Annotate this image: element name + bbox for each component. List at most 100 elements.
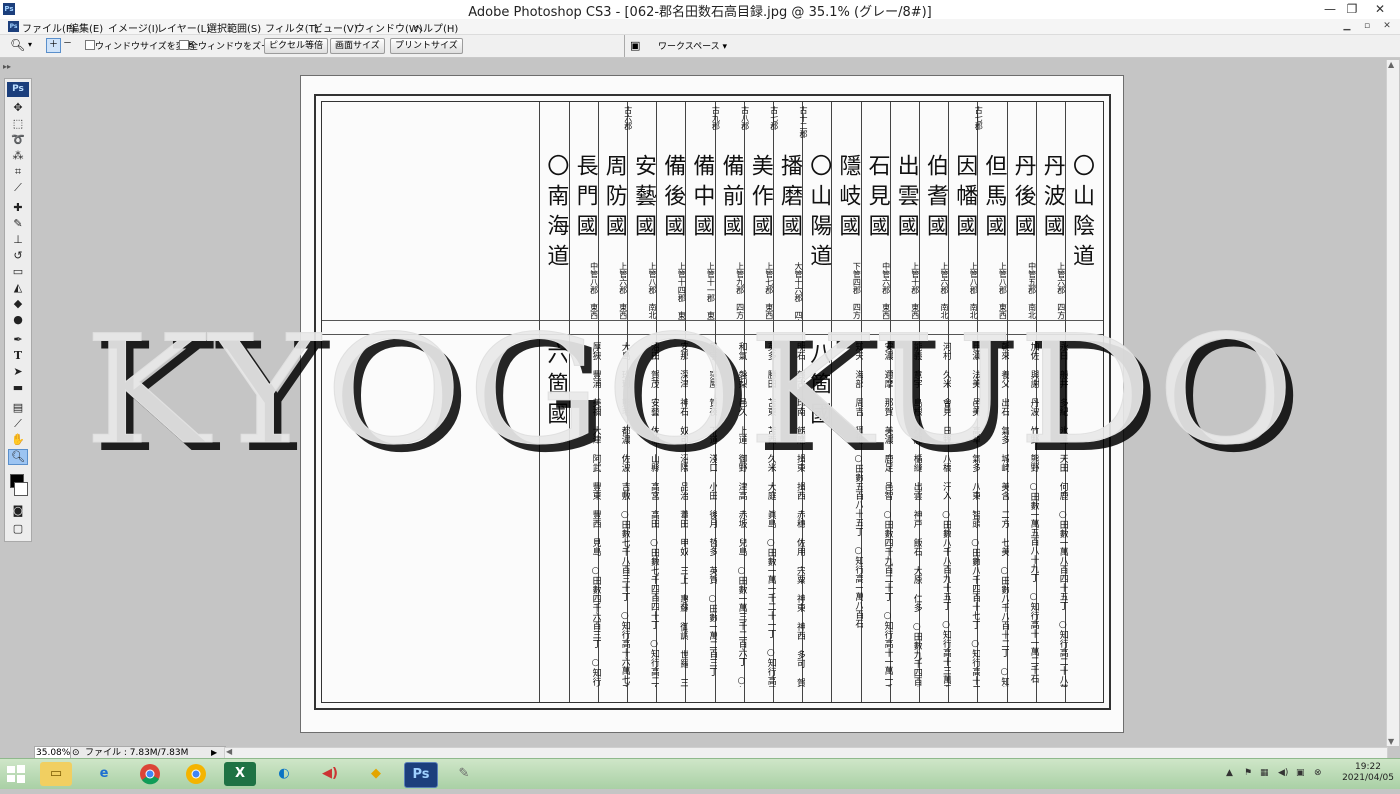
zoom-out-icon[interactable]: － (61, 38, 74, 51)
tray-volume-icon[interactable]: ◀) (1278, 768, 1288, 778)
file-explorer-icon[interactable]: ▭ (40, 762, 72, 786)
fit-screen-button[interactable]: 画面サイズ (330, 38, 385, 54)
crop-tool-icon[interactable]: ⌗ (9, 165, 27, 179)
document-inner-frame: 〇山陰道 丹波國 上管六郡 四方三日 永日 般井 多紀 氷上 天田 何鹿 ○田數一萬八… (321, 101, 1104, 703)
province-name: 伯耆國 (923, 154, 948, 244)
pen-tool-icon[interactable]: ✒ (9, 333, 27, 347)
zoom-all-checkbox[interactable] (179, 40, 189, 50)
tray-display-icon[interactable]: ▣ (1296, 768, 1305, 778)
print-size-button[interactable]: プリントサイズ (390, 38, 463, 54)
excel-icon[interactable]: X (224, 762, 256, 786)
zoom-tool-active-icon[interactable]: 🔍︎ (8, 449, 28, 465)
province-rank-note: 上管十四郡 東西二日余 (677, 262, 687, 320)
notes-tool-icon[interactable]: ▤ (9, 401, 27, 415)
paint-bucket-icon[interactable]: ◭ (9, 281, 27, 295)
tool-preset-dropdown-icon[interactable]: ▾ (28, 40, 32, 49)
doc-minimize-icon[interactable]: ▁ (1340, 19, 1354, 33)
tray-network-icon[interactable]: ▦ (1260, 768, 1269, 778)
circuit-heading: 〇山陽道 (806, 154, 832, 274)
province-rank-note: 上管六郡 南北二日半 (940, 262, 949, 320)
dodge-tool-icon[interactable]: ● (9, 313, 27, 327)
old-district-count: 古七郡 (769, 106, 779, 130)
document-canvas[interactable]: 〇山陰道 丹波國 上管六郡 四方三日 永日 般井 多紀 氷上 天田 何鹿 ○田數一萬八… (300, 75, 1124, 733)
province-name: 安藝國 (631, 154, 656, 244)
chrome-profile-icon[interactable] (180, 762, 212, 786)
district-details: 沼田 賀茂 安藝 佐伯 山縣 高宮 高田 ○田數七千四百四十丁 ○知行高二十六萬… (649, 342, 659, 687)
eraser-tool-icon[interactable]: ▭ (9, 265, 27, 279)
province-rank-note: 中管六郡 東西三日 (881, 262, 891, 320)
minimize-button[interactable]: — (1318, 0, 1342, 19)
menu-help[interactable]: ヘルプ(H) (413, 20, 458, 35)
clone-stamp-icon[interactable]: ⊥ (9, 233, 27, 247)
path-selection-icon[interactable]: ➤ (9, 365, 27, 379)
menu-view[interactable]: ビュー(V) (313, 20, 358, 35)
zoom-tool-icon[interactable]: 🔍︎ (10, 38, 25, 52)
old-district-count: 古六郡 (623, 106, 633, 130)
bridge-icon[interactable]: ▣ (630, 39, 640, 52)
scroll-left-icon[interactable]: ◀ (226, 747, 232, 756)
tray-expand-icon[interactable]: ▲ (1226, 768, 1233, 778)
move-tool-icon[interactable]: ✥ (9, 101, 27, 115)
district-details: 厚狹 豐浦 美禰 大津 阿武 豐東 豐西 見島 ○田數四千六百三丁 ○知行高十三… (590, 342, 601, 687)
start-button-icon[interactable] (6, 764, 26, 784)
toolbox-collapse-icon[interactable]: ▸▸ (3, 62, 11, 71)
tray-flag-icon[interactable]: ⚑ (1244, 768, 1252, 778)
edge-icon[interactable]: ◐ (268, 762, 300, 786)
resize-windows-checkbox[interactable] (85, 40, 95, 50)
clock-time: 19:22 (1355, 762, 1381, 772)
tools-app-icon[interactable]: ✎ (448, 762, 480, 786)
chrome-icon[interactable] (134, 762, 166, 786)
system-clock[interactable]: 19:22 2021/04/05 (1340, 762, 1396, 784)
blur-tool-icon[interactable]: ◆ (9, 297, 27, 311)
old-district-count: 古七郡 (974, 106, 984, 130)
close-button[interactable]: ✕ (1368, 0, 1392, 19)
photoshop-taskbar-button[interactable]: Ps (404, 762, 438, 788)
province-name: 但馬國 (981, 154, 1007, 244)
lasso-tool-icon[interactable]: ➰ (9, 133, 27, 147)
speaker-app-icon[interactable]: ◀) (314, 762, 346, 786)
marquee-tool-icon[interactable]: ⬚ (9, 117, 27, 131)
menu-select[interactable]: 選択範囲(S) (207, 20, 261, 35)
type-tool-icon[interactable]: T (9, 349, 27, 363)
options-divider (624, 35, 625, 57)
window-title: Adobe Photoshop CS3 - [062-郡名田数石高目録.jpg … (468, 5, 932, 20)
province-rank-note: 上管六郡 四方三日 (1056, 262, 1066, 320)
circuit-heading: 〇南海道 (543, 154, 569, 274)
doc-restore-icon[interactable]: ▫ (1360, 19, 1374, 33)
brush-tool-icon[interactable]: ✎ (9, 217, 27, 231)
actual-pixels-button[interactable]: ピクセル等倍 (264, 38, 329, 54)
background-color-swatch[interactable] (14, 482, 28, 496)
history-brush-icon[interactable]: ↺ (9, 249, 27, 263)
slice-tool-icon[interactable]: ⟋ (9, 181, 27, 195)
ps-menu-icon[interactable]: Ps (8, 21, 19, 32)
zoom-in-icon[interactable]: ＋ (46, 38, 61, 53)
scroll-up-icon[interactable]: ▲ (1388, 60, 1394, 69)
province-name: 隱岐國 (835, 154, 861, 244)
workspace-menu[interactable]: ワークスペース ▾ (658, 39, 727, 52)
scroll-down-icon[interactable]: ▼ (1388, 737, 1394, 746)
shape-tool-icon[interactable]: ▬ (9, 381, 27, 395)
province-name: 播磨國 (777, 154, 802, 244)
menu-filter[interactable]: フィルタ(T) (265, 20, 319, 35)
vertical-scrollbar[interactable]: ▲ ▼ (1386, 60, 1399, 746)
hand-tool-icon[interactable]: ✋ (9, 433, 27, 447)
province-rank-note: 上管六郡 東西三日 (618, 262, 628, 320)
eyedropper-icon[interactable]: ⟋ (9, 417, 27, 431)
menu-image[interactable]: イメージ(I) (108, 20, 159, 35)
menu-layer[interactable]: レイヤー(L) (157, 20, 210, 35)
clock-date: 2021/04/05 (1342, 773, 1394, 783)
province-rank-note: 上管九郡 四方二日 (735, 262, 745, 320)
column-separator (831, 102, 833, 702)
magic-wand-tool-icon[interactable]: ⁂ (9, 149, 27, 163)
tray-notification-icon[interactable]: ⊗ (1314, 768, 1322, 778)
healing-brush-icon[interactable]: ✚ (9, 201, 27, 215)
quick-mask-icon[interactable]: ◙ (9, 504, 27, 518)
internet-explorer-icon[interactable]: e (88, 762, 120, 786)
restore-button[interactable]: ❐ (1340, 0, 1364, 19)
menu-edit[interactable]: 編集(E) (69, 20, 103, 35)
paint-app-icon[interactable]: ◆ (360, 762, 392, 786)
province-rank-note: 上管十郡 東西一日 (910, 262, 920, 320)
doc-close-icon[interactable]: ✕ (1380, 19, 1394, 33)
menu-file[interactable]: ファイル(F) (22, 20, 76, 35)
screen-mode-icon[interactable]: ▢ (9, 522, 27, 536)
